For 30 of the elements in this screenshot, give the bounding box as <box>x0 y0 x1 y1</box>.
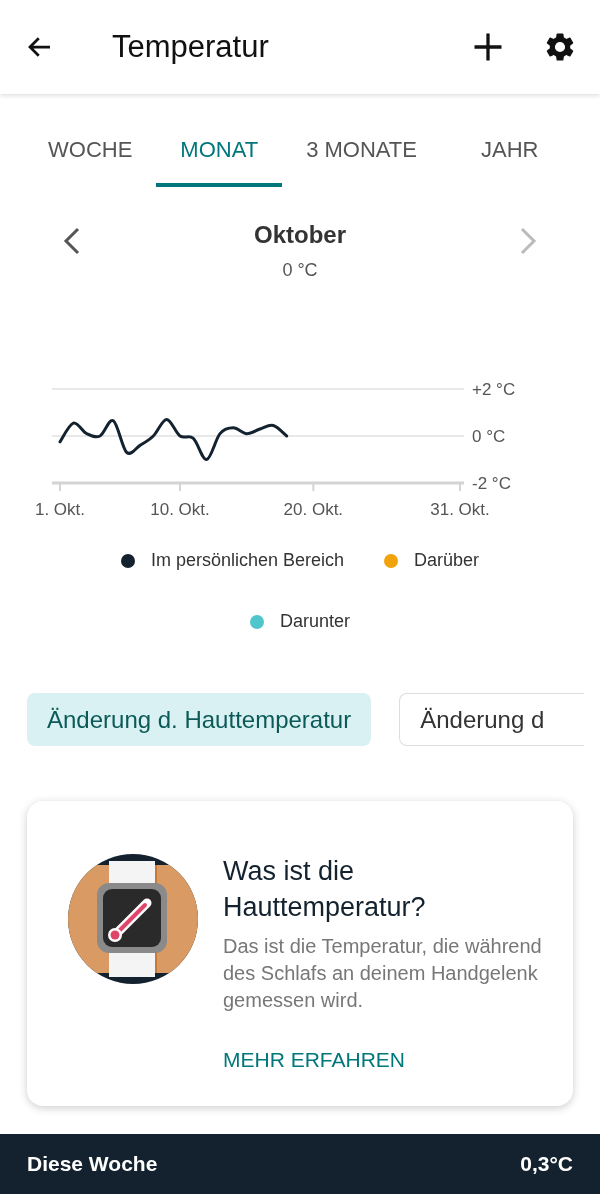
period-value: 0 °C <box>282 259 318 282</box>
chevron-left-icon <box>62 226 82 256</box>
metric-chip[interactable]: Änderung d <box>399 693 585 746</box>
x-tick <box>179 482 181 492</box>
period-tab[interactable]: MONAT <box>156 115 283 187</box>
legend-label: Darunter <box>280 610 350 633</box>
y-tick-label: 0 °C <box>472 427 506 446</box>
x-tick-label: 20. Okt. <box>283 500 344 519</box>
x-tick <box>459 482 461 492</box>
screen-title: Temperatur <box>112 27 269 66</box>
x-tick-label: 10. Okt. <box>150 500 210 519</box>
x-tick <box>312 482 315 492</box>
summary-value: 0,3°C <box>520 1151 573 1178</box>
chevron-right-icon <box>518 226 538 256</box>
period-tab[interactable]: 3 MONATE <box>282 115 441 187</box>
y-tick-label: -2 °C <box>472 474 511 493</box>
summary-label: Diese Woche <box>27 1151 158 1178</box>
period-tab[interactable]: WOCHE <box>24 115 157 187</box>
metric-chip[interactable]: Änderung d. Hauttemperatur <box>27 693 372 746</box>
card-text: Das ist die Temperatur, die während des Schlafs an deinem Handgelenk gemessen wird. <box>223 934 543 1013</box>
card-title: Was ist die Hauttemperatur? <box>223 855 427 924</box>
x-tick-label: 1. Okt. <box>34 500 86 519</box>
period-title: Oktober <box>254 220 346 250</box>
x-tick <box>59 482 61 492</box>
legend-label: Darüber <box>414 549 480 572</box>
learn-more-link[interactable]: MEHR ERFAHREN <box>223 1044 549 1076</box>
legend-label: Im persönlichen Bereich <box>150 549 345 572</box>
y-tick-label: +2 °C <box>472 380 516 399</box>
period-tab[interactable]: JAHR <box>456 115 563 187</box>
x-tick-label: 31. Okt. <box>430 500 490 519</box>
